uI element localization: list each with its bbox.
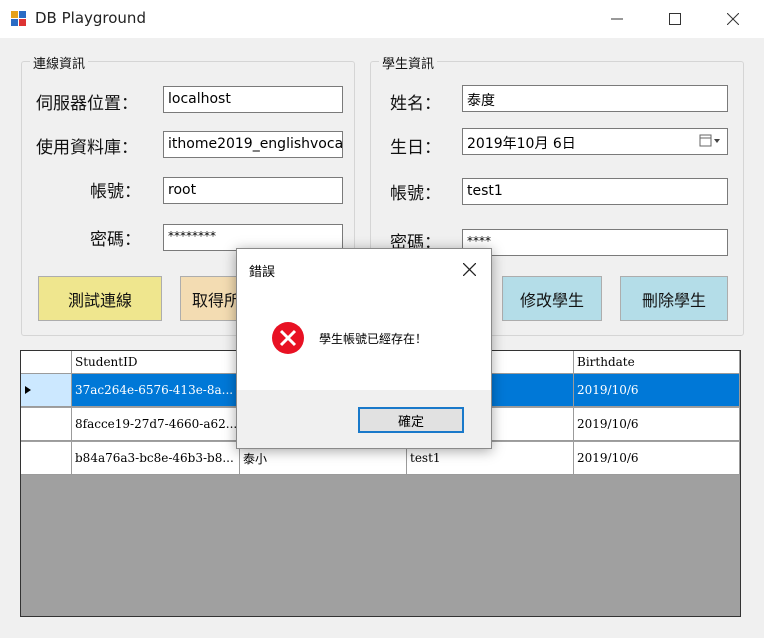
row-header[interactable] [21, 408, 72, 441]
close-icon [727, 13, 739, 25]
student-password-input[interactable]: **** [462, 229, 728, 256]
grid-cell[interactable]: 2019/10/6 [574, 374, 740, 407]
password-label: 密碼： [90, 230, 141, 250]
database-label: 使用資料庫： [36, 138, 138, 158]
birthday-label: 生日： [390, 138, 441, 158]
app-icon [11, 11, 27, 27]
window-title: DB Playground [35, 9, 146, 27]
grid-cell[interactable]: 2019/10/6 [574, 408, 740, 441]
grid-cell[interactable]: 37ac264e-6576-413e-8a... [72, 374, 240, 407]
name-label: 姓名： [390, 94, 441, 114]
birthday-value: 2019年10月 6日 [467, 136, 576, 152]
maximize-icon [669, 13, 681, 25]
close-button[interactable] [704, 0, 762, 38]
grid-corner-header[interactable] [21, 351, 72, 374]
minimize-icon [611, 18, 623, 20]
dialog-close-button[interactable] [455, 255, 483, 283]
column-header-studentid[interactable]: StudentID [72, 351, 240, 374]
grid-cell[interactable]: 2019/10/6 [574, 442, 740, 475]
calendar-dropdown-icon[interactable] [699, 134, 721, 152]
column-header-birthdate[interactable]: Birthdate [574, 351, 740, 374]
dialog-message: 學生帳號已經存在！ [319, 332, 428, 346]
student-account-input[interactable]: test1 [462, 178, 728, 205]
grid-cell[interactable]: 8facce19-27d7-4660-a62... [72, 408, 240, 441]
delete-student-button[interactable]: 刪除學生 [620, 276, 728, 321]
error-dialog: 錯誤 學生帳號已經存在！ 確定 [236, 248, 492, 449]
dialog-footer: 確定 [237, 390, 491, 448]
test-connection-button[interactable]: 測試連線 [38, 276, 162, 321]
error-icon [272, 322, 304, 354]
password-input[interactable]: ******** [163, 224, 343, 251]
ok-button[interactable]: 確定 [358, 407, 464, 433]
account-input[interactable]: root [163, 177, 343, 204]
name-input[interactable]: 泰度 [462, 85, 728, 112]
dialog-title: 錯誤 [249, 265, 276, 280]
grid-cell[interactable]: b84a76a3-bc8e-46b3-b8... [72, 442, 240, 475]
student-group-title: 學生資訊 [379, 53, 438, 72]
row-header-selected[interactable] [21, 374, 72, 407]
maximize-button[interactable] [646, 0, 704, 38]
server-label: 伺服器位置： [36, 94, 138, 114]
close-icon [462, 262, 476, 276]
update-student-button[interactable]: 修改學生 [502, 276, 602, 321]
birthday-datepicker[interactable]: 2019年10月 6日 [462, 128, 728, 155]
row-pointer-icon [25, 386, 31, 394]
student-account-label: 帳號： [390, 184, 441, 204]
database-input[interactable]: ithome2019_englishvoca [163, 131, 343, 158]
row-header[interactable] [21, 442, 72, 475]
connection-group-title: 連線資訊 [30, 53, 89, 72]
account-label: 帳號： [90, 182, 141, 202]
server-input[interactable]: localhost [163, 86, 343, 113]
title-bar: DB Playground [0, 0, 764, 38]
minimize-button[interactable] [588, 0, 646, 38]
